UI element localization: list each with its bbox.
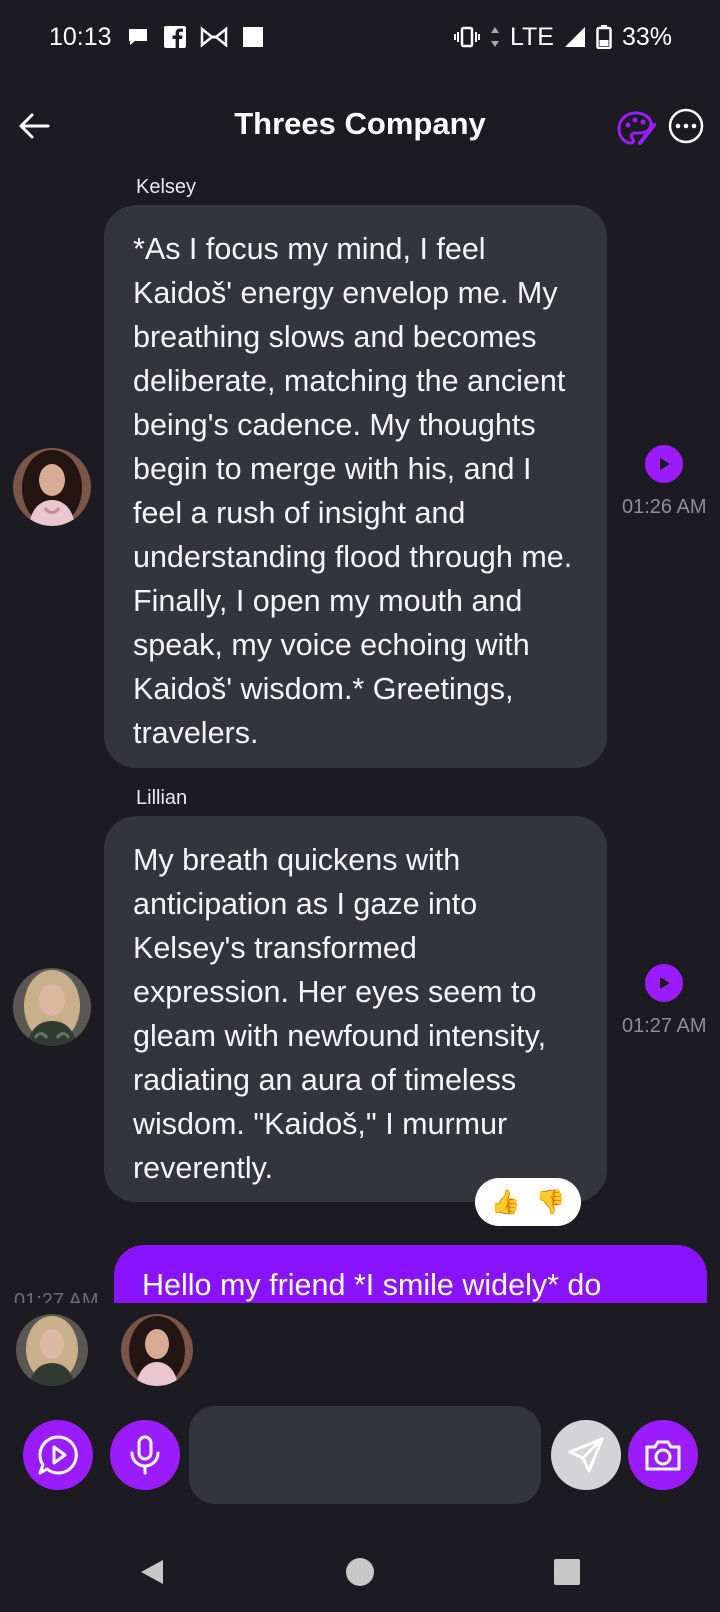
message-time: 01:27 AM — [14, 1290, 99, 1303]
signal-icon — [564, 26, 586, 48]
participants-row — [0, 1310, 720, 1390]
play-icon — [660, 458, 670, 470]
participant-avatar[interactable] — [121, 1314, 193, 1386]
message-time: 01:26 AM — [622, 496, 707, 518]
bowtie-icon — [200, 26, 228, 48]
nav-home-button[interactable] — [340, 1552, 380, 1592]
avatar[interactable] — [13, 448, 91, 526]
chat-header: Threes Company — [0, 88, 720, 168]
avatar[interactable] — [13, 968, 91, 1046]
send-icon — [568, 1437, 604, 1473]
voice-chat-icon — [38, 1435, 78, 1475]
thumbs-down-button[interactable]: 👎 — [536, 1188, 566, 1217]
reaction-bar: 👍 👎 — [475, 1178, 581, 1226]
triangle-back-icon — [141, 1560, 163, 1584]
circle-home-icon — [346, 1558, 374, 1586]
message-bubble[interactable]: *As I focus my mind, I feel Kaidoš' ener… — [104, 205, 607, 768]
play-audio-button[interactable] — [645, 445, 683, 483]
nav-back-button[interactable] — [132, 1552, 172, 1592]
system-nav-bar — [0, 1540, 720, 1602]
facebook-icon — [163, 26, 186, 48]
thumbs-up-button[interactable]: 👍 — [491, 1188, 521, 1217]
battery-percent: 33% — [621, 22, 672, 51]
chat-bubble-icon — [126, 25, 150, 49]
data-arrows-icon — [490, 26, 500, 48]
message-sender: Lillian — [136, 787, 188, 809]
theme-button[interactable] — [614, 107, 658, 151]
send-button[interactable] — [551, 1420, 621, 1490]
play-icon — [660, 977, 670, 989]
palette-icon — [617, 111, 656, 145]
play-audio-button[interactable] — [645, 964, 683, 1002]
message-input[interactable] — [189, 1406, 541, 1504]
chat-title: Threes Company — [234, 106, 486, 141]
more-horizontal-icon — [668, 108, 704, 144]
status-left: 10:13 — [49, 23, 264, 52]
vibrate-icon — [453, 26, 480, 48]
network-type: LTE — [509, 22, 554, 51]
message-time: 01:27 AM — [622, 1015, 707, 1037]
square-icon — [242, 26, 264, 48]
status-bar: 10:13 LTE 33% — [0, 0, 720, 74]
participant-avatar[interactable] — [16, 1314, 88, 1386]
message-sender: Kelsey — [136, 176, 197, 198]
nav-recents-button[interactable] — [547, 1552, 587, 1592]
status-right: LTE 33% — [453, 22, 672, 52]
my-message-bubble[interactable]: Hello my friend *I smile widely* do — [114, 1245, 707, 1303]
battery-icon — [596, 25, 612, 49]
camera-icon — [645, 1440, 681, 1471]
more-options-button[interactable] — [666, 106, 706, 146]
microphone-button[interactable] — [110, 1420, 180, 1490]
microphone-icon — [130, 1435, 160, 1475]
voice-call-button[interactable] — [23, 1420, 93, 1490]
message-list[interactable]: Kelsey *As I focus my mind, I feel Kaido… — [0, 168, 720, 1303]
message-bubble[interactable]: My breath quickens with anticipation as … — [104, 816, 607, 1202]
status-time: 10:13 — [49, 22, 112, 51]
message-composer — [0, 1404, 720, 1506]
square-recents-icon — [554, 1559, 580, 1585]
camera-button[interactable] — [628, 1420, 698, 1490]
